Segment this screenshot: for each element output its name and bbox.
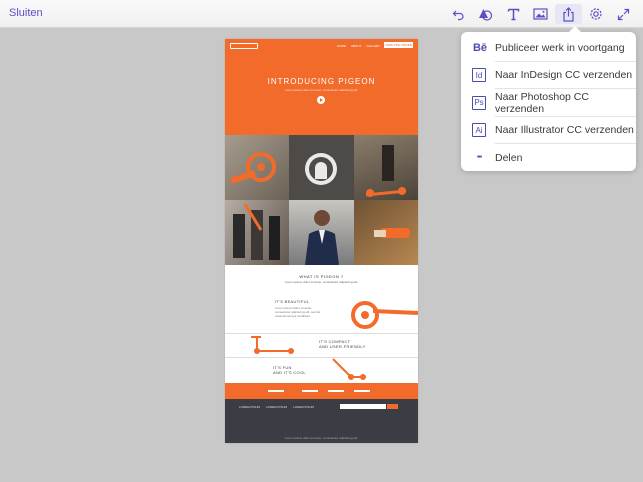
newsletter-button — [387, 404, 398, 409]
artboard-preview[interactable]: HOME ABOUT GALLERY FREE PRE-ORDER INTROD… — [225, 39, 418, 443]
menu-item-illustrator[interactable]: Ai Naar Illustrator CC verzenden — [461, 117, 636, 144]
nav-item: ABOUT — [351, 44, 362, 48]
cta-item — [328, 390, 344, 392]
feature-line2: AND USER-FRIENDLY — [319, 344, 366, 349]
menu-item-photoshop[interactable]: Ps Naar Photoshop CC verzenden — [461, 89, 636, 117]
pigeon-logo-photo — [289, 135, 354, 200]
gear-icon[interactable] — [582, 4, 610, 24]
undo-icon[interactable] — [445, 4, 473, 24]
photo-grid — [225, 135, 418, 265]
divider — [225, 333, 418, 334]
cta-item — [268, 390, 284, 392]
people-photo — [225, 200, 289, 265]
toolbar: Sluiten — [0, 0, 643, 28]
scooter-illustration — [332, 358, 366, 380]
menu-item-behance[interactable]: Bē Publiceer werk in voortgang — [461, 34, 636, 62]
footer-links: LOREM IPSUM LOREM IPSUM LOREM IPSUM — [239, 405, 314, 409]
feature-line1: IT'S BEAUTIFUL — [275, 299, 310, 304]
feature-text: Lorem ipsum dolor sit amet, consectetur … — [275, 306, 321, 318]
share-icon[interactable] — [554, 4, 582, 24]
play-icon — [317, 96, 325, 104]
nav-item: HOME — [337, 44, 346, 48]
hero-section: HOME ABOUT GALLERY FREE PRE-ORDER INTROD… — [225, 39, 418, 135]
menu-item-label: Publiceer werk in voortgang — [495, 41, 625, 54]
hero-title: INTRODUCING PIGEON — [267, 77, 376, 86]
cta-item — [354, 390, 370, 392]
footer-copy: Lorem ipsum dolor sit amet, consectetur … — [284, 436, 359, 440]
site-footer: LOREM IPSUM LOREM IPSUM LOREM IPSUM Lore… — [225, 399, 418, 443]
menu-item-label: Naar Photoshop CC verzenden — [495, 90, 589, 115]
preorder-button: FREE PRE-ORDER — [384, 42, 413, 48]
feature-heading: IT'S COMPACT AND USER-FRIENDLY — [319, 339, 366, 349]
man-suit-photo — [289, 200, 354, 265]
detail-photo — [354, 200, 418, 265]
scooter-illustration — [351, 301, 418, 329]
scooter-illustration — [251, 336, 294, 354]
indesign-icon: Id — [472, 68, 486, 83]
nav-item: GALLERY — [366, 44, 381, 48]
more-icon: ••• — [476, 154, 482, 162]
menu-item-label: Naar InDesign CC verzenden — [495, 69, 633, 82]
footer-link: LOREM IPSUM — [239, 405, 261, 409]
features-section: WHAT IS PIGEON ? Lorem ipsum dolor sit a… — [225, 265, 418, 383]
footer-link: LOREM IPSUM — [266, 405, 288, 409]
divider — [225, 357, 418, 358]
menu-item-share[interactable]: ••• Delen — [461, 144, 636, 172]
share-menu: Bē Publiceer werk in voortgang Id Naar I… — [461, 26, 636, 172]
close-button[interactable]: Sluiten — [9, 7, 43, 19]
site-nav: HOME ABOUT GALLERY — [337, 44, 380, 48]
behance-icon: Bē — [472, 41, 488, 54]
expand-icon[interactable] — [610, 4, 638, 24]
image-icon[interactable] — [527, 4, 555, 24]
hero-subtitle: Lorem ipsum dolor sit amet, consectetur … — [284, 88, 359, 92]
shapes-icon[interactable] — [472, 4, 500, 24]
menu-item-indesign[interactable]: Id Naar InDesign CC verzenden — [461, 62, 636, 89]
menu-item-label: Naar Illustrator CC verzenden — [495, 124, 634, 137]
scooter-photo — [225, 135, 289, 200]
footer-link: LOREM IPSUM — [293, 405, 315, 409]
text-icon[interactable] — [500, 4, 528, 24]
menu-item-label: Delen — [495, 151, 523, 164]
cta-bar — [225, 383, 418, 399]
toolbar-tools — [445, 4, 638, 24]
site-logo — [230, 43, 258, 49]
newsletter-input — [340, 404, 386, 409]
cta-item — [302, 390, 318, 392]
feature-heading: IT'S FUN AND IT'S COOL — [273, 365, 306, 375]
section-title: WHAT IS PIGEON ? — [299, 274, 344, 279]
feature-line2: AND IT'S COOL — [273, 370, 306, 375]
photoshop-icon: Ps — [472, 95, 486, 110]
feature-heading: IT'S BEAUTIFUL — [275, 299, 309, 304]
rider-photo — [354, 135, 418, 200]
section-subtitle: Lorem ipsum dolor sit amet, consectetur … — [284, 280, 359, 284]
illustrator-icon: Ai — [472, 123, 486, 138]
